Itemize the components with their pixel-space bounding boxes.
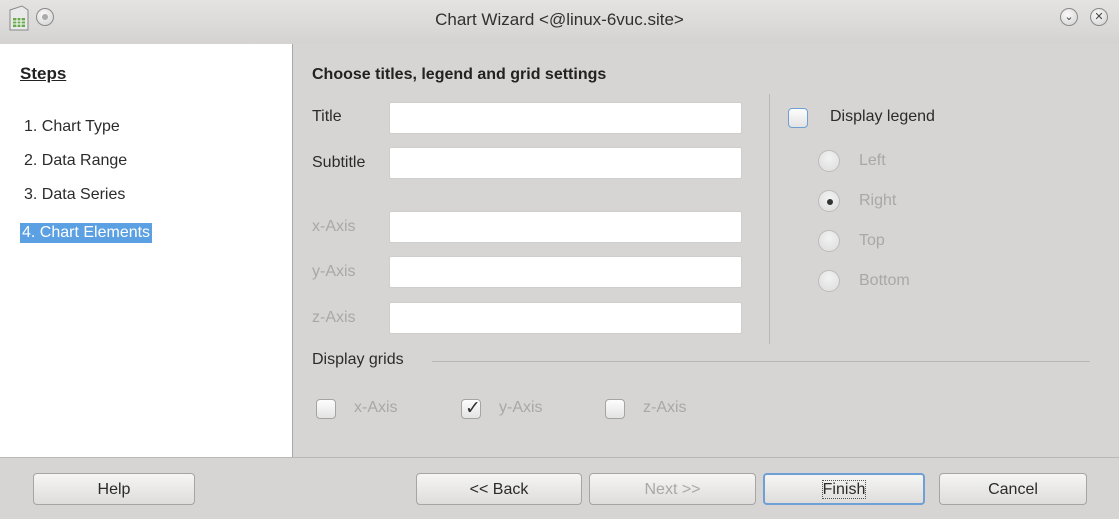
subtitle-input[interactable] (389, 147, 742, 179)
display-legend-checkbox[interactable] (788, 108, 808, 128)
z-axis-label: z-Axis (312, 309, 356, 326)
legend-separator (769, 94, 770, 344)
grid-z-axis-label: z-Axis (643, 399, 687, 416)
x-axis-label: x-Axis (312, 218, 356, 235)
help-button[interactable]: Help (33, 473, 195, 505)
legend-right-label: Right (859, 192, 897, 209)
button-bar: Help << Back Next >> Finish Cancel (0, 457, 1119, 519)
title-input[interactable] (389, 102, 742, 134)
close-button[interactable]: ✕ (1090, 8, 1108, 26)
x-axis-input[interactable] (389, 211, 742, 243)
subtitle-label: Subtitle (312, 154, 366, 171)
finish-button[interactable]: Finish (763, 473, 925, 505)
y-axis-label: y-Axis (312, 263, 356, 280)
cancel-button[interactable]: Cancel (939, 473, 1087, 505)
legend-bottom-label: Bottom (859, 272, 910, 289)
legend-top-radio[interactable] (818, 230, 840, 252)
grids-separator (432, 361, 1090, 362)
y-axis-input[interactable] (389, 256, 742, 288)
step-chart-type[interactable]: 1. Chart Type (22, 117, 122, 137)
finish-button-label: Finish (821, 480, 867, 499)
steps-heading: Steps (20, 64, 67, 83)
z-axis-input[interactable] (389, 302, 742, 334)
window-titlebar: Chart Wizard <@linux-6vuc.site> ⌄ ✕ (0, 0, 1119, 44)
minimize-button[interactable]: ⌄ (1060, 8, 1078, 26)
grid-x-axis-checkbox[interactable] (316, 399, 336, 419)
legend-right-radio[interactable] (818, 190, 840, 212)
steps-sidebar: Steps 1. Chart Type 2. Data Range 3. Dat… (0, 44, 293, 457)
grid-y-axis-checkbox[interactable]: ✓ (461, 398, 481, 419)
step-data-series[interactable]: 3. Data Series (22, 185, 127, 205)
step-data-range[interactable]: 2. Data Range (22, 151, 129, 171)
step-chart-elements[interactable]: 4. Chart Elements (20, 223, 153, 243)
grid-x-axis-label: x-Axis (354, 399, 398, 416)
legend-bottom-radio[interactable] (818, 270, 840, 292)
window-title: Chart Wizard <@linux-6vuc.site> (435, 10, 684, 29)
next-button[interactable]: Next >> (589, 473, 756, 505)
chart-elements-panel: Choose titles, legend and grid settings … (292, 44, 1119, 457)
title-label: Title (312, 108, 342, 125)
back-button[interactable]: << Back (416, 473, 582, 505)
grid-z-axis-checkbox[interactable] (605, 399, 625, 419)
display-grids-label: Display grids (312, 351, 404, 368)
legend-top-label: Top (859, 232, 885, 249)
grid-y-axis-label: y-Axis (499, 399, 543, 416)
page-heading: Choose titles, legend and grid settings (312, 66, 607, 83)
display-legend-label: Display legend (830, 108, 935, 125)
legend-left-label: Left (859, 152, 886, 169)
legend-left-radio[interactable] (818, 150, 840, 172)
checkmark-icon: ✓ (465, 398, 481, 419)
